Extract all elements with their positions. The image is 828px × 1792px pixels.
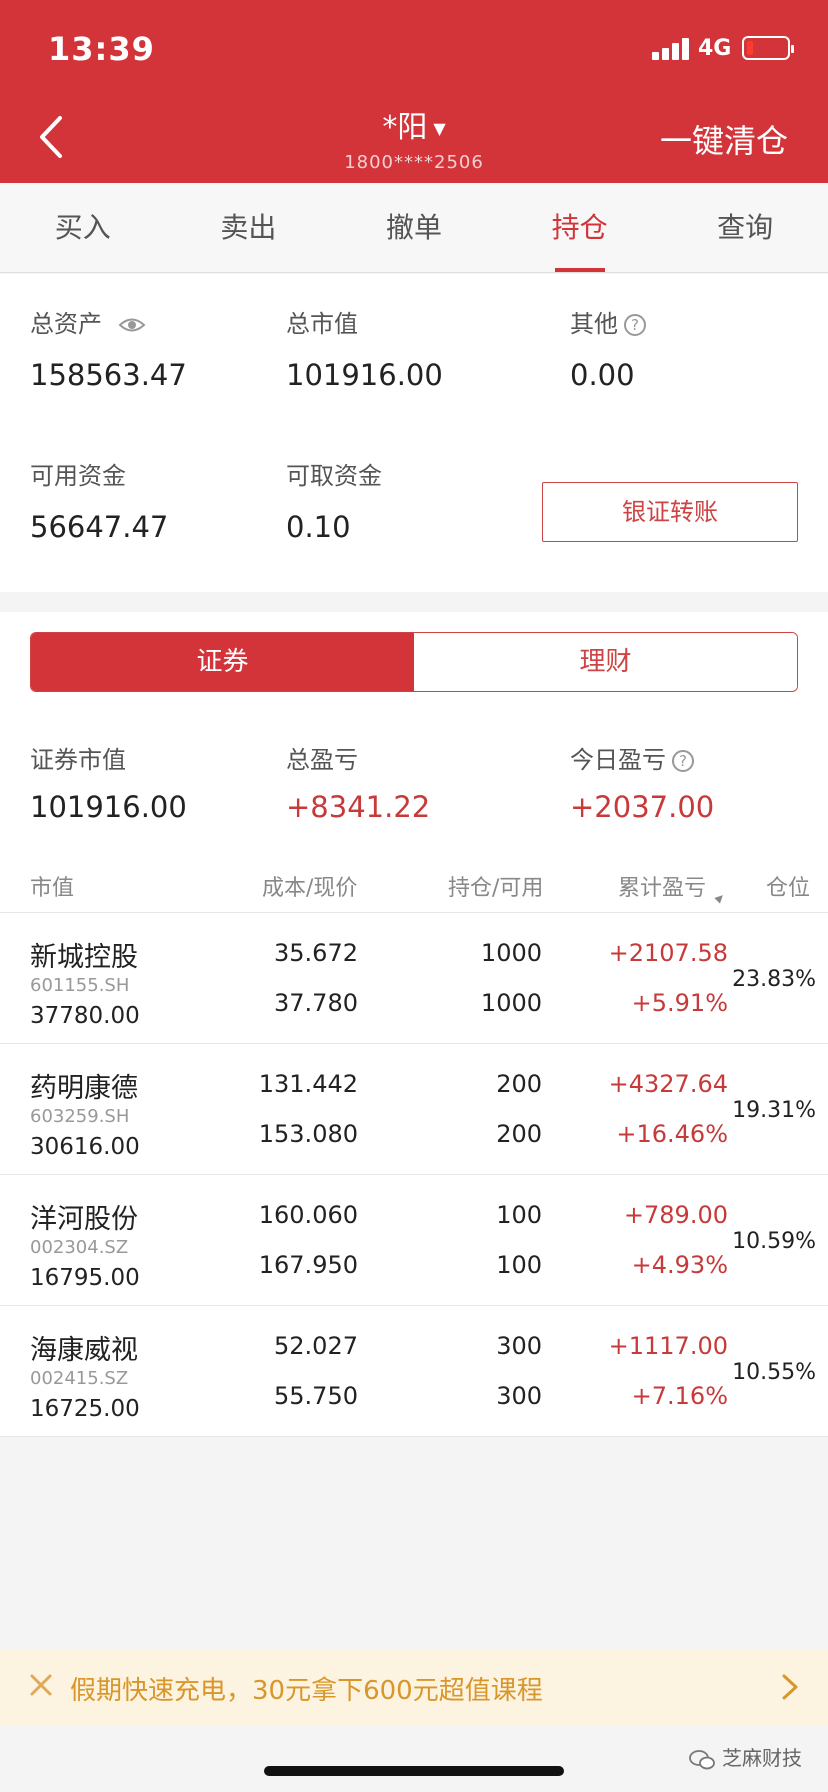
position-row[interactable]: 新城控股 601155.SH 37780.00 35.672 37.780 10…: [0, 913, 828, 1044]
stock-code: 601155.SH: [30, 975, 130, 996]
today-pl-value: +2037.00: [570, 790, 715, 824]
total-pl-value: +8341.22: [286, 790, 431, 824]
today-pl-label: 今日盈亏?: [570, 740, 694, 775]
withdrawable-funds-value: 0.10: [286, 510, 351, 544]
sec-value-label: 证券市值: [30, 746, 126, 774]
sort-icon: [714, 892, 726, 904]
col-weight[interactable]: 仓位: [766, 870, 810, 902]
position-row[interactable]: 海康威视 002415.SZ 16725.00 52.027 55.750 30…: [0, 1306, 828, 1437]
market-value-label: 总市值: [286, 310, 358, 338]
status-time: 13:39: [48, 30, 155, 68]
stock-hold: 1000: [480, 939, 542, 967]
other-value: 0.00: [570, 358, 635, 392]
stock-weight: 10.55%: [732, 1360, 816, 1385]
promo-text: 假期快速充电，30元拿下600元超值课程: [70, 1676, 543, 1706]
stock-name: 洋河股份: [30, 1204, 138, 1235]
stock-avail: 200: [496, 1120, 542, 1148]
stock-hold: 300: [496, 1332, 542, 1360]
trade-tabs: 买入 卖出 撤单 持仓 查询: [0, 183, 828, 273]
col-cost-price[interactable]: 成本/现价: [262, 870, 357, 902]
stock-cost: 52.027: [274, 1332, 358, 1360]
stock-code: 002415.SZ: [30, 1368, 129, 1389]
stock-price: 55.750: [274, 1382, 358, 1410]
tab-buy[interactable]: 买入: [0, 183, 166, 272]
stock-weight: 10.59%: [732, 1229, 816, 1254]
stock-price: 153.080: [258, 1120, 358, 1148]
segment-control: 证券 理财: [30, 632, 798, 692]
bank-transfer-button[interactable]: 银证转账: [542, 482, 798, 542]
stock-avail: 300: [496, 1382, 542, 1410]
stock-cost: 160.060: [258, 1201, 358, 1229]
asset-summary: 总资产 158563.47 总市值 101916.00 其他? 0.00 可用资…: [0, 274, 828, 592]
stock-pl-pct: +16.46%: [616, 1120, 728, 1148]
segment-securities[interactable]: 证券: [31, 633, 414, 691]
segment-wealth[interactable]: 理财: [414, 633, 797, 691]
tab-positions[interactable]: 持仓: [497, 183, 663, 272]
stock-avail: 1000: [480, 989, 542, 1017]
col-market-value[interactable]: 市值: [30, 870, 74, 902]
stock-name: 新城控股: [30, 942, 138, 973]
available-funds-value: 56647.47: [30, 510, 169, 544]
stock-price: 37.780: [274, 989, 358, 1017]
help-icon[interactable]: ?: [624, 314, 646, 336]
watermark: 芝麻财技: [688, 1742, 802, 1771]
battery-icon: [742, 36, 794, 60]
stock-market-value: 37780.00: [30, 1003, 140, 1029]
stock-price: 167.950: [258, 1251, 358, 1279]
stock-weight: 23.83%: [732, 967, 816, 992]
position-row[interactable]: 洋河股份 002304.SZ 16795.00 160.060 167.950 …: [0, 1175, 828, 1306]
total-assets-label: 总资产: [30, 304, 146, 339]
stock-hold: 200: [496, 1070, 542, 1098]
stock-hold: 100: [496, 1201, 542, 1229]
stock-name: 药明康德: [30, 1073, 138, 1104]
stock-pl-pct: +4.93%: [631, 1251, 728, 1279]
position-row[interactable]: 药明康德 603259.SH 30616.00 131.442 153.080 …: [0, 1044, 828, 1175]
total-pl-label: 总盈亏: [286, 746, 358, 774]
wechat-icon: [689, 1749, 715, 1769]
app-header: 13:39 4G *阳 ▼ 1800****2506 一键清仓: [0, 0, 828, 183]
stock-code: 002304.SZ: [30, 1237, 129, 1258]
promo-banner[interactable]: 假期快速充电，30元拿下600元超值课程: [0, 1650, 828, 1726]
signal-icon: [652, 36, 692, 60]
stock-pl-pct: +5.91%: [631, 989, 728, 1017]
tab-cancel[interactable]: 撤单: [331, 183, 497, 272]
home-indicator[interactable]: [264, 1766, 564, 1776]
sec-value: 101916.00: [30, 790, 187, 824]
stock-code: 603259.SH: [30, 1106, 130, 1127]
stock-avail: 100: [496, 1251, 542, 1279]
stock-pl: +789.00: [623, 1201, 728, 1229]
stock-name: 海康威视: [30, 1335, 138, 1366]
available-funds-label: 可用资金: [30, 462, 126, 490]
stock-market-value: 16795.00: [30, 1265, 140, 1291]
account-name: *阳: [382, 110, 428, 145]
stock-cost: 35.672: [274, 939, 358, 967]
clear-all-button[interactable]: 一键清仓: [660, 116, 788, 162]
col-hold-avail[interactable]: 持仓/可用: [448, 870, 543, 902]
stock-pl-pct: +7.16%: [631, 1382, 728, 1410]
securities-section: 证券 理财 证券市值 101916.00 总盈亏 +8341.22 今日盈亏? …: [0, 612, 828, 1437]
stock-market-value: 16725.00: [30, 1396, 140, 1422]
dropdown-caret-icon: ▼: [433, 119, 446, 138]
network-label: 4G: [698, 36, 732, 61]
help-icon[interactable]: ?: [672, 750, 694, 772]
chevron-right-icon: [782, 1674, 798, 1700]
market-value-value: 101916.00: [286, 358, 443, 392]
close-icon[interactable]: [26, 1670, 56, 1700]
other-label: 其他?: [570, 304, 646, 339]
stock-market-value: 30616.00: [30, 1134, 140, 1160]
tab-sell[interactable]: 卖出: [166, 183, 332, 272]
watermark-text: 芝麻财技: [722, 1746, 802, 1770]
withdrawable-funds-label: 可取资金: [286, 462, 382, 490]
col-cumulative-pl[interactable]: 累计盈亏: [618, 870, 706, 902]
tab-query[interactable]: 查询: [662, 183, 828, 272]
eye-icon[interactable]: [118, 316, 146, 334]
stock-pl: +4327.64: [608, 1070, 728, 1098]
stock-weight: 19.31%: [732, 1098, 816, 1123]
stock-cost: 131.442: [258, 1070, 358, 1098]
stock-pl: +1117.00: [608, 1332, 728, 1360]
stock-pl: +2107.58: [608, 939, 728, 967]
total-assets-value: 158563.47: [30, 358, 187, 392]
